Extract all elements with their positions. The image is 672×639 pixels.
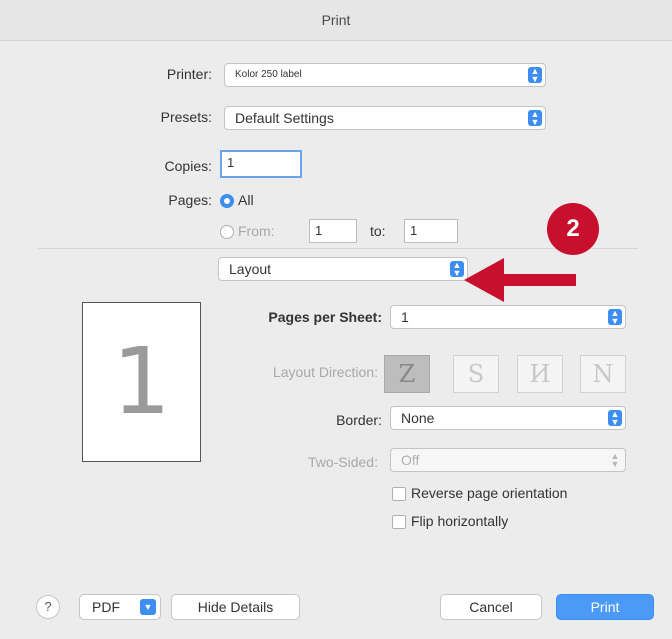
flip-horizontally-checkbox[interactable] bbox=[392, 515, 406, 529]
pages-label: Pages: bbox=[168, 192, 212, 208]
chevron-down-icon: ▼ bbox=[140, 599, 156, 615]
cancel-button[interactable]: Cancel bbox=[440, 594, 542, 620]
arrow-icon bbox=[464, 258, 576, 302]
help-button[interactable]: ? bbox=[36, 595, 60, 619]
pages-to-label: to: bbox=[370, 223, 386, 239]
direction-z-icon[interactable]: Z bbox=[384, 355, 430, 393]
stepper-icon: ▲ ▼ bbox=[610, 451, 620, 469]
layout-direction-label: Layout Direction: bbox=[272, 364, 378, 380]
preview-page-number: 1 bbox=[112, 328, 171, 435]
stepper-icon: ▲ ▼ bbox=[608, 410, 622, 427]
direction-s-icon[interactable]: S bbox=[453, 355, 499, 393]
stepper-icon: ▲ ▼ bbox=[528, 110, 542, 127]
presets-value: Default Settings bbox=[235, 110, 334, 126]
pages-all-radio[interactable] bbox=[220, 194, 234, 208]
pages-per-sheet-label: Pages per Sheet: bbox=[268, 309, 382, 325]
divider bbox=[38, 248, 638, 249]
pages-from-radio[interactable] bbox=[220, 225, 234, 239]
direction-reverse-n-icon[interactable]: И bbox=[517, 355, 563, 393]
pdf-menu-button[interactable]: PDF ▼ bbox=[79, 594, 161, 620]
two-sided-select[interactable]: Off ▲ ▼ bbox=[390, 448, 626, 472]
pages-per-sheet-select[interactable]: 1 ▲ ▼ bbox=[390, 305, 626, 329]
page-preview: 1 bbox=[82, 302, 201, 462]
copies-field[interactable]: 1 bbox=[220, 150, 302, 178]
pages-to-field[interactable]: 1 bbox=[404, 219, 458, 243]
stepper-icon: ▲ ▼ bbox=[608, 309, 622, 326]
pages-from-label: From: bbox=[238, 223, 275, 239]
border-select[interactable]: None ▲ ▼ bbox=[390, 406, 626, 430]
printer-label: Printer: bbox=[166, 66, 212, 82]
direction-n-icon[interactable]: N bbox=[580, 355, 626, 393]
print-dialog: Print Printer: Kolor 250 label ▲ ▼ Preset… bbox=[0, 0, 672, 639]
two-sided-label: Two-Sided: bbox=[307, 454, 378, 470]
printer-value: Kolor 250 label bbox=[235, 69, 302, 80]
pages-per-sheet-value: 1 bbox=[401, 309, 409, 325]
copies-label: Copies: bbox=[164, 158, 212, 174]
printer-select[interactable]: Kolor 250 label ▲ ▼ bbox=[224, 63, 546, 87]
print-button[interactable]: Print bbox=[556, 594, 654, 620]
presets-label: Presets: bbox=[160, 109, 212, 125]
window-title: Print bbox=[0, 0, 672, 41]
stepper-icon: ▲ ▼ bbox=[528, 67, 542, 84]
pages-all-label: All bbox=[238, 192, 254, 208]
two-sided-value: Off bbox=[401, 452, 420, 468]
section-value: Layout bbox=[229, 261, 272, 277]
presets-select[interactable]: Default Settings ▲ ▼ bbox=[224, 106, 546, 130]
border-value: None bbox=[401, 410, 435, 426]
section-select[interactable]: Layout ▲ ▼ bbox=[218, 257, 468, 281]
flip-horizontally-label: Flip horizontally bbox=[411, 513, 509, 529]
pdf-label: PDF bbox=[92, 599, 120, 615]
reverse-orientation-label: Reverse page orientation bbox=[411, 485, 568, 501]
step-badge: 2 bbox=[547, 203, 599, 255]
hide-details-button[interactable]: Hide Details bbox=[171, 594, 300, 620]
reverse-orientation-checkbox[interactable] bbox=[392, 487, 406, 501]
border-label: Border: bbox=[336, 412, 382, 428]
pages-from-field[interactable]: 1 bbox=[309, 219, 357, 243]
